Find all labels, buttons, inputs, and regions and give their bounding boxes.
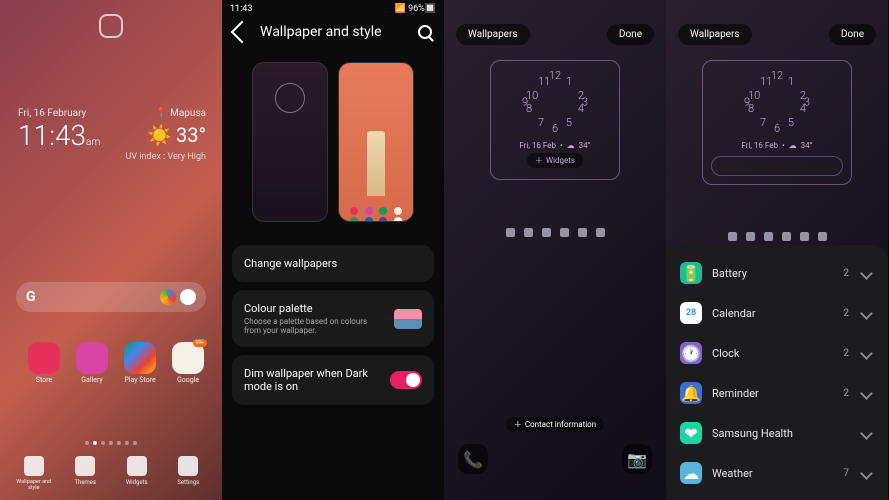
chevron-down-icon	[860, 467, 873, 480]
widget-reminder[interactable]: 🔔 Reminder 2	[666, 373, 888, 413]
add-widgets-button[interactable]: ＋ Widgets	[527, 153, 583, 168]
widget-battery[interactable]: 🔋 Battery 2	[666, 253, 888, 293]
lockscreen-widget-picker-panel: Wallpapers Done 121234567891011 Fri, 16 …	[666, 0, 888, 500]
time-text: 11:43am	[18, 119, 100, 152]
battery-icon: 🔋	[680, 262, 702, 284]
chevron-down-icon	[860, 387, 873, 400]
status-bar: 11:43 📶 96%🔲	[222, 4, 444, 14]
search-icon[interactable]	[418, 25, 432, 39]
chevron-down-icon	[860, 267, 873, 280]
widget-slot[interactable]	[711, 156, 843, 176]
nav-wallpaper-style[interactable]: Wallpaper and style	[11, 456, 56, 492]
notification-icons-row[interactable]	[444, 228, 666, 237]
clock-widget-card[interactable]: 121234567891011 Fri, 16 Feb•☁34°	[702, 60, 852, 185]
clock-widget-card[interactable]: 121234567891011 Fri, 16 Feb•☁34° ＋ Widge…	[490, 60, 620, 180]
widget-samsung-health[interactable]: ❤ Samsung Health	[666, 413, 888, 453]
bottom-nav: Wallpaper and style Themes Widgets Setti…	[0, 456, 222, 492]
app-play-store[interactable]: Play Store	[124, 342, 156, 384]
home-screen-preview[interactable]	[338, 62, 414, 222]
calendar-icon: 28	[680, 302, 702, 324]
google-g-icon: G	[26, 289, 36, 305]
home-outline-icon	[99, 14, 123, 38]
editor-top-bar: Wallpapers Done	[444, 24, 666, 45]
phone-icon: 📞	[463, 450, 483, 469]
wallpaper-style-panel: 11:43 📶 96%🔲 Wallpaper and style Change …	[222, 0, 444, 500]
nav-themes[interactable]: Themes	[63, 456, 108, 492]
palette-swatch-icon	[394, 309, 422, 329]
clock-icon: 🕐	[680, 342, 702, 364]
lock-date-weather: Fri, 16 Feb•☁34°	[499, 141, 611, 150]
change-wallpapers-option[interactable]: Change wallpapers	[232, 245, 434, 282]
widget-weather[interactable]: ☁ Weather 7	[666, 453, 888, 493]
reminder-icon: 🔔	[680, 382, 702, 404]
widget-calendar[interactable]: 28 Calendar 2	[666, 293, 888, 333]
mic-icon[interactable]	[160, 289, 176, 305]
wallpapers-button[interactable]: Wallpapers	[456, 24, 530, 45]
clock-widget[interactable]: Fri, 16 February 11:43am	[18, 108, 100, 152]
done-button[interactable]: Done	[829, 24, 876, 45]
app-store[interactable]: Store	[28, 342, 60, 384]
uv-text: UV index : Very High	[126, 152, 206, 162]
lens-icon[interactable]	[180, 289, 196, 305]
chevron-down-icon	[860, 347, 873, 360]
colour-palette-option[interactable]: Colour palette Choose a palette based on…	[232, 290, 434, 347]
dim-wallpaper-option: Dim wallpaper when Dark mode is on	[232, 355, 434, 405]
location-text: 📍 Mapusa	[126, 108, 206, 119]
nav-widgets[interactable]: Widgets	[114, 456, 159, 492]
back-icon[interactable]	[231, 21, 254, 44]
date-text: Fri, 16 February	[18, 108, 100, 119]
lock-screen-preview[interactable]	[252, 62, 328, 222]
shortcut-camera[interactable]: 📷	[622, 444, 652, 474]
app-row: Store Gallery Play Store 99+Google	[28, 342, 204, 384]
notification-icons-row[interactable]	[666, 232, 888, 241]
weather-icon: ☁	[680, 462, 702, 484]
lockscreen-editor-panel: Wallpapers Done 121234567891011 Fri, 16 …	[444, 0, 666, 500]
analog-clock: 121234567891011	[744, 69, 810, 135]
wallpapers-button[interactable]: Wallpapers	[678, 24, 752, 45]
wallpaper-previews	[252, 62, 414, 222]
app-google-folder[interactable]: 99+Google	[172, 342, 204, 384]
weather-widget[interactable]: 📍 Mapusa ☀️ 33° UV index : Very High	[126, 108, 206, 162]
health-icon: ❤	[680, 422, 702, 444]
contact-info-button[interactable]: ＋ Contact information	[506, 412, 604, 432]
options-list: Change wallpapers Colour palette Choose …	[232, 245, 434, 413]
camera-icon: 📷	[627, 450, 647, 469]
home-screen-panel: Fri, 16 February 11:43am 📍 Mapusa ☀️ 33°…	[0, 0, 222, 500]
status-time: 11:43	[230, 4, 252, 14]
lock-date-weather: Fri, 16 Feb•☁34°	[711, 141, 843, 150]
search-bar[interactable]: G	[16, 282, 206, 312]
shortcut-phone[interactable]: 📞	[458, 444, 488, 474]
chevron-down-icon	[860, 307, 873, 320]
page-indicator[interactable]	[85, 441, 137, 445]
dim-toggle[interactable]	[390, 371, 422, 389]
app-gallery[interactable]: Gallery	[76, 342, 108, 384]
widget-picker-sheet: 🔋 Battery 2 28 Calendar 2 🕐 Clock 2 🔔 Re…	[666, 245, 888, 500]
status-battery: 📶 96%🔲	[395, 4, 436, 14]
header: Wallpaper and style	[222, 24, 444, 40]
done-button[interactable]: Done	[607, 24, 654, 45]
page-title: Wallpaper and style	[260, 24, 408, 40]
editor-top-bar: Wallpapers Done	[666, 24, 888, 45]
analog-clock: 121234567891011	[522, 69, 588, 135]
temperature-text: ☀️ 33°	[126, 123, 206, 147]
widget-clock[interactable]: 🕐 Clock 2	[666, 333, 888, 373]
nav-settings[interactable]: Settings	[166, 456, 211, 492]
chevron-down-icon	[860, 427, 873, 440]
